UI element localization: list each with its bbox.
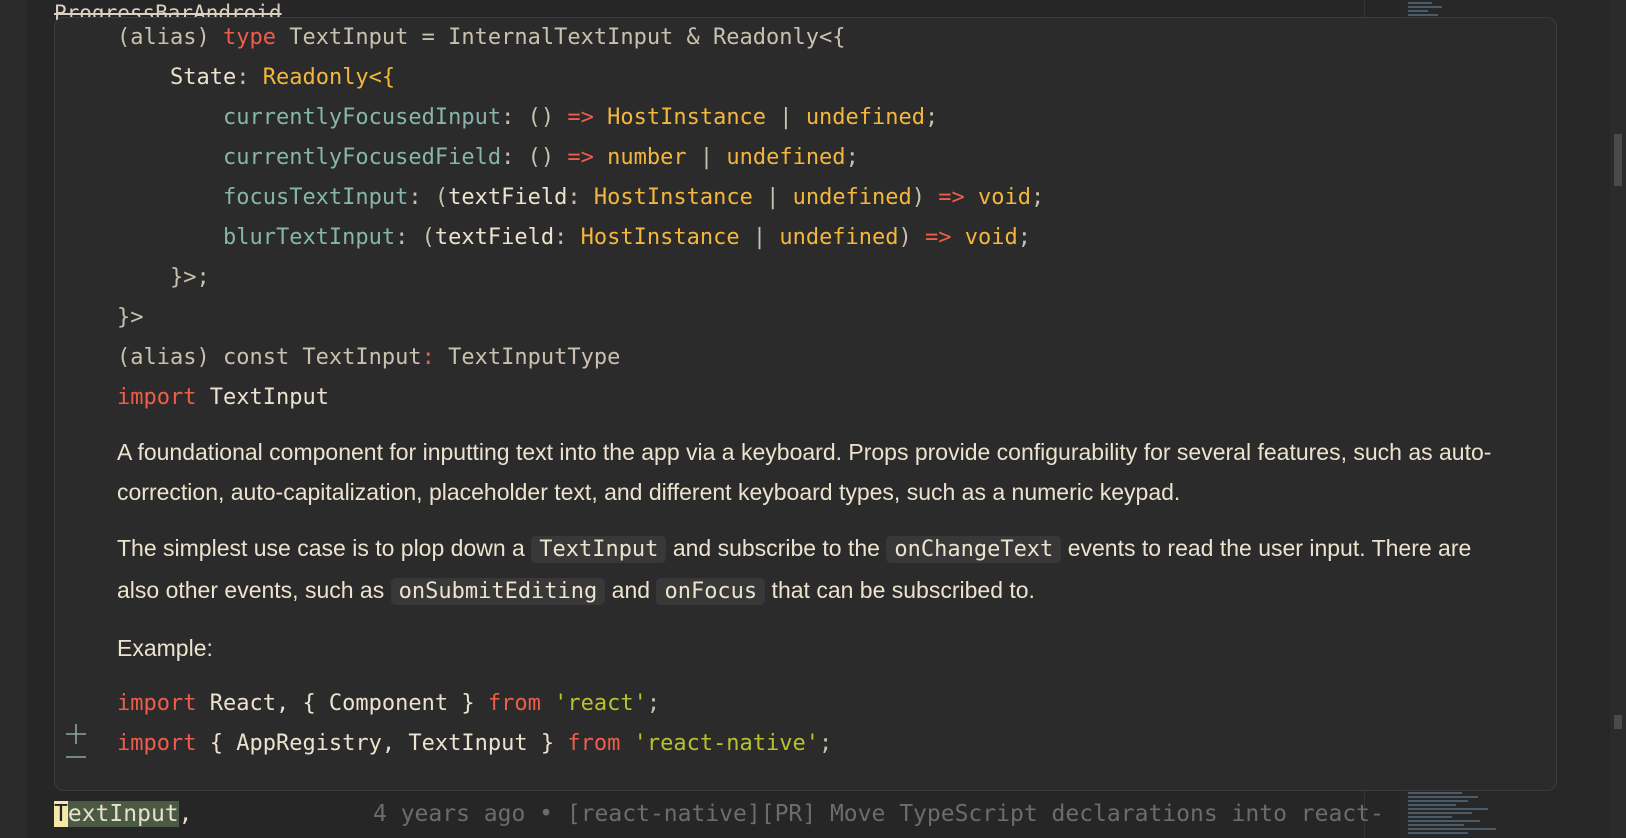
inline-code: onSubmitEditing xyxy=(390,578,606,605)
import-line: import TextInput xyxy=(117,385,329,410)
selected-token[interactable]: extInput xyxy=(67,801,179,827)
signature-line: }> xyxy=(117,305,144,330)
inline-code: onChangeText xyxy=(886,536,1062,563)
signature-line: (alias) type TextInput = InternalTextInp… xyxy=(117,25,846,50)
inline-code: onFocus xyxy=(656,578,766,605)
example-code-line: import React, { Component } from 'react'… xyxy=(117,691,661,716)
signature-line: blurTextInput: (textField: HostInstance … xyxy=(222,225,1032,250)
minus-icon[interactable] xyxy=(65,753,87,775)
doc-paragraph: The simplest use case is to plop down a … xyxy=(117,535,1472,605)
doc-paragraph: A foundational component for inputting t… xyxy=(117,439,1492,505)
example-code-line: import { AppRegistry, TextInput } from '… xyxy=(117,731,833,756)
documentation: A foundational component for inputting t… xyxy=(117,432,1517,668)
hover-content: (alias) type TextInput = InternalTextInp… xyxy=(117,18,1517,764)
signature-line: focusTextInput: (textField: HostInstance… xyxy=(222,185,1045,210)
scrollbar-thumb[interactable] xyxy=(1614,134,1622,186)
editor-gutter xyxy=(0,0,27,838)
plus-icon[interactable] xyxy=(65,723,87,745)
vertical-scrollbar[interactable] xyxy=(1610,0,1626,838)
git-blame-annotation[interactable]: 4 years ago • [react-native][PR] Move Ty… xyxy=(373,799,1384,829)
text-cursor: T xyxy=(54,801,68,827)
inline-code: TextInput xyxy=(531,536,667,563)
const-declaration-line: (alias) const TextInput: TextInputType xyxy=(117,345,621,370)
signature-line: }>; xyxy=(169,265,210,290)
hover-tooltip[interactable]: (alias) type TextInput = InternalTextInp… xyxy=(54,17,1557,791)
token-comma: , xyxy=(178,801,193,827)
signature-line: currentlyFocusedInput: () => HostInstanc… xyxy=(222,105,939,130)
example-code-block: import React, { Component } from 'react'… xyxy=(117,684,1517,764)
scrollbar-marker xyxy=(1614,715,1622,729)
example-label: Example: xyxy=(117,635,213,661)
signature-line: State: Readonly<{ xyxy=(169,65,396,90)
signature-line: currentlyFocusedField: () => number | un… xyxy=(222,145,859,170)
editor-current-line[interactable]: TextInput, 4 years ago • [react-native][… xyxy=(54,799,1384,829)
